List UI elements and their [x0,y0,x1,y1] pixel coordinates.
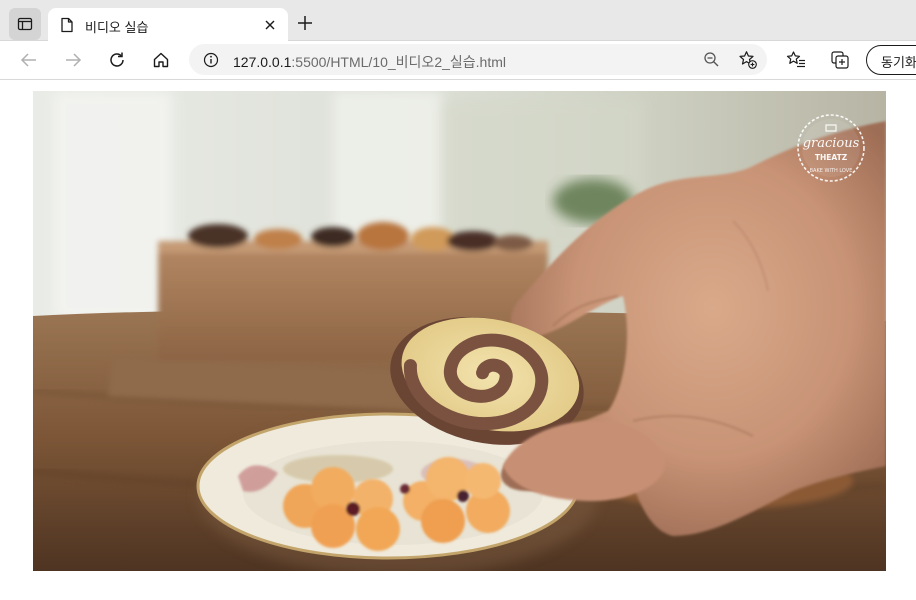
forward-button[interactable] [62,49,84,71]
site-info-icon[interactable] [203,52,219,68]
zoom-out-icon[interactable] [703,51,720,68]
tab-title: 비디오 실습 [85,20,149,35]
refresh-button[interactable] [106,49,128,71]
url-host: 127.0.0.1 [233,54,292,70]
video-player[interactable]: gracious THEATZ BAKE WITH LOVE [33,91,886,571]
favorites-button[interactable] [785,49,807,71]
watermark-text-sub: THEATZ [815,153,848,162]
favorites-icon [786,51,805,68]
tab-actions-button[interactable] [9,8,41,40]
active-tab[interactable]: 비디오 실습 [48,8,288,42]
refresh-icon [110,52,124,67]
url-text[interactable]: 127.0.0.1:5500/HTML/10_비디오2_실습.html [233,52,506,72]
video-frame: gracious THEATZ BAKE WITH LOVE [33,91,886,571]
forward-arrow-icon [66,53,82,67]
tab-actions-icon [17,17,33,31]
watermark-text-tagline: BAKE WITH LOVE [810,168,853,174]
address-bar[interactable]: 127.0.0.1:5500/HTML/10_비디오2_실습.html [189,44,767,75]
collections-button[interactable] [829,49,851,71]
tab-strip: 비디오 실습 [0,0,916,42]
close-tab-icon[interactable] [262,17,278,33]
browser-toolbar: 127.0.0.1:5500/HTML/10_비디오2_실습.html 동기화 [0,41,916,80]
collections-icon [831,51,849,69]
page-icon [61,17,73,33]
sync-button[interactable]: 동기화 [866,45,916,75]
home-button[interactable] [150,49,172,71]
add-favorite-icon[interactable] [738,50,757,69]
home-icon [153,52,169,68]
url-path: :5500/HTML/10_비디오2_실습.html [291,54,506,70]
back-arrow-icon [20,53,36,67]
watermark-text-main: gracious [803,136,860,151]
back-button[interactable] [18,49,40,71]
new-tab-icon[interactable] [296,14,314,32]
